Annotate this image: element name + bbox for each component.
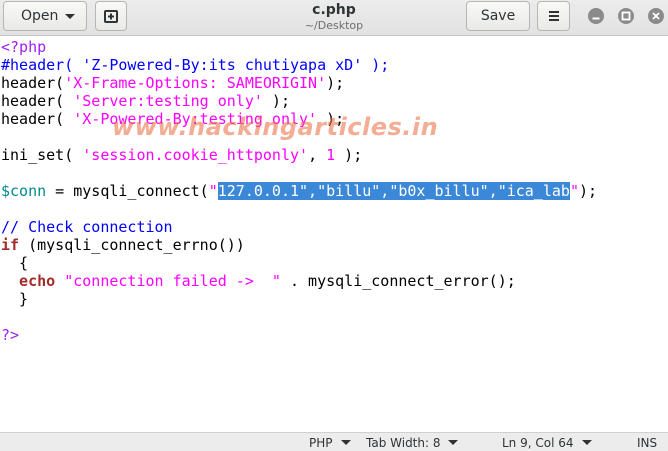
close-icon (652, 12, 660, 20)
code-line: ?> (1, 326, 20, 344)
open-button-label: Open (21, 8, 59, 24)
close-button[interactable] (648, 8, 664, 24)
file-path: ~/Desktop (304, 19, 364, 32)
maximize-button[interactable] (618, 8, 634, 24)
language-selector[interactable]: PHP (309, 434, 351, 451)
code-line: #header( 'Z-Powered-By:its chutiyapa xD'… (1, 56, 390, 74)
code-line: ini_set( 'session.cookie_httponly', 1 ); (1, 146, 363, 164)
header-bar: Open c.php ~/Desktop Save (0, 0, 668, 36)
hamburger-menu-icon (548, 11, 559, 21)
code-line: // Check connection (1, 218, 173, 236)
chevron-down-icon (581, 440, 592, 445)
minimize-button[interactable] (588, 8, 604, 24)
code-line: if (mysqli_connect_errno()) (1, 236, 245, 254)
chevron-down-icon (65, 14, 75, 19)
maximize-icon (621, 11, 631, 21)
status-bar: PHP Tab Width: 8 Ln 9, Col 64 INS (0, 432, 668, 451)
tab-width-selector[interactable]: Tab Width: 8 (366, 434, 459, 451)
code-line: } (1, 290, 29, 308)
insert-mode-indicator: INS (637, 435, 658, 450)
file-name: c.php (312, 2, 356, 18)
chevron-down-icon (340, 440, 351, 445)
save-button-label: Save (480, 8, 516, 24)
minimize-icon (592, 17, 600, 20)
watermark: www.hackingarticles.in (112, 113, 439, 141)
code-line: header('X-Frame-Options: SAMEORIGIN'); (1, 74, 345, 92)
chevron-down-icon (448, 440, 459, 445)
open-button[interactable]: Open (3, 1, 87, 31)
code-line: header( 'Server:testing only' ); (1, 92, 290, 110)
save-button[interactable]: Save (466, 1, 530, 31)
code-line: <?php (1, 38, 47, 56)
window-title: c.php ~/Desktop (236, 0, 432, 33)
code-line: echo "connection failed -> " . mysqli_co… (1, 272, 516, 290)
cursor-position-selector[interactable]: Ln 9, Col 64 (502, 434, 592, 451)
code-line: { (1, 254, 29, 272)
selected-text: 127.0.0.1","billu","b0x_billu","ica_lab (217, 182, 570, 200)
code-line: $conn = mysqli_connect("127.0.0.1","bill… (1, 182, 598, 200)
code-editor[interactable]: <?php #header( 'Z-Powered-By:its chutiya… (0, 37, 668, 432)
new-document-button[interactable] (95, 1, 127, 31)
new-tab-icon (104, 10, 118, 23)
menu-button[interactable] (537, 1, 570, 31)
